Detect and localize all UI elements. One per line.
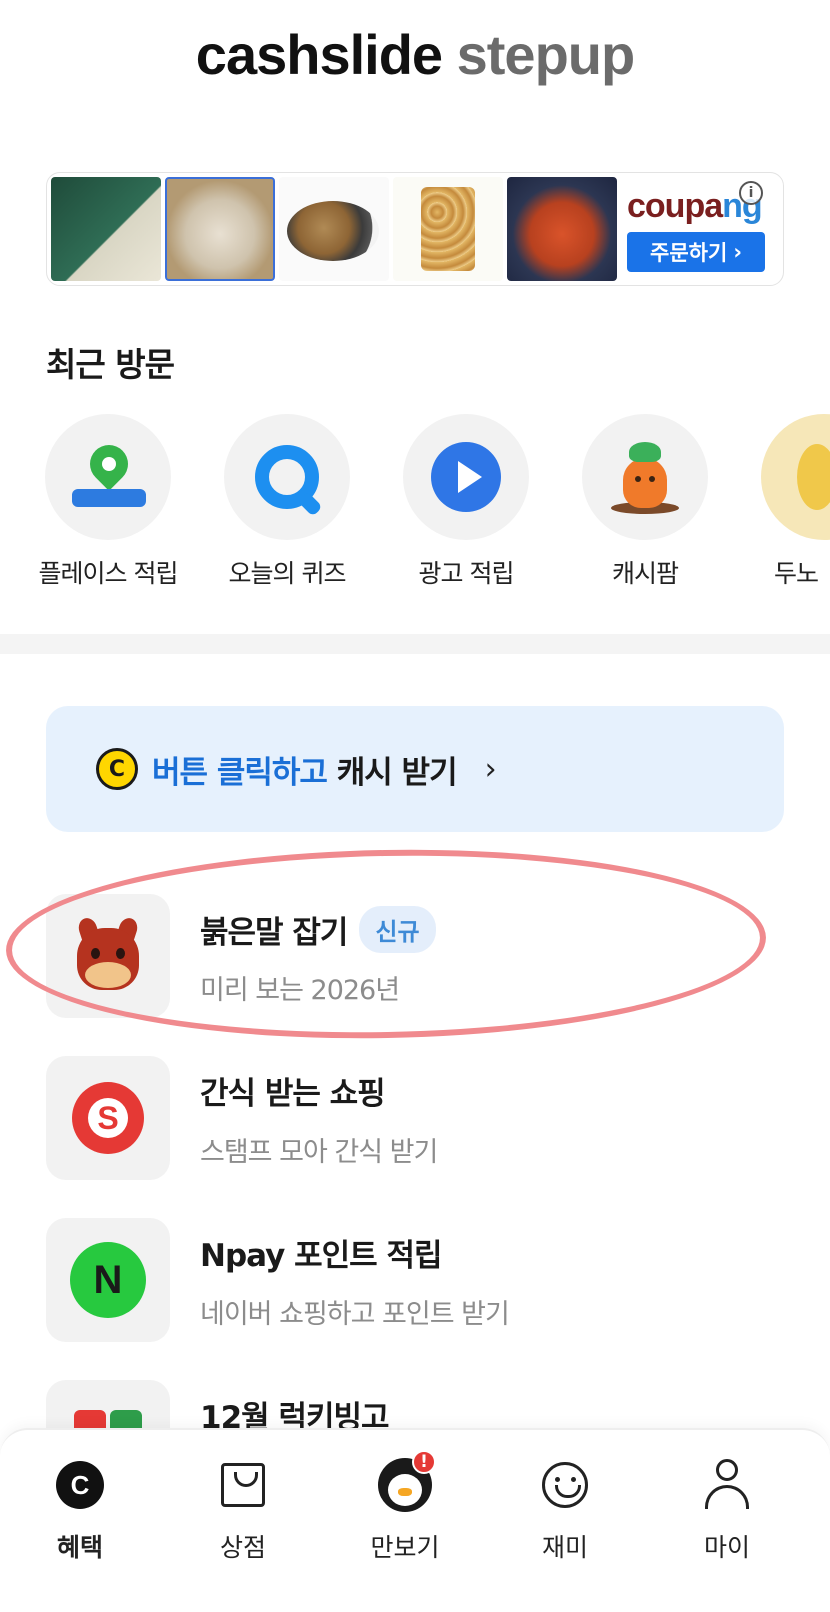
partial-icon xyxy=(761,414,830,540)
s-icon: S xyxy=(72,1082,144,1154)
ad-order-button[interactable]: 주문하기 › xyxy=(627,231,765,272)
ad-product-thumbnail[interactable] xyxy=(279,177,389,281)
feature-title: Npay 포인트 적립 xyxy=(200,1238,442,1274)
logo-primary: cashslide xyxy=(195,23,443,86)
nav-tab-benefits[interactable]: C 혜택 xyxy=(15,1450,145,1564)
cash-banner-text: 버튼 클릭하고 캐시 받기 xyxy=(152,754,458,791)
cash-c-icon: C xyxy=(56,1461,104,1509)
feature-icon-wrap xyxy=(46,894,170,1018)
screen: cashslide stepup coupang 주문하기 › i 최근 방문 … xyxy=(0,0,830,1612)
section-divider xyxy=(0,634,830,654)
recent-item-label: 광고 적립 xyxy=(418,559,515,588)
recent-item-icon-wrap xyxy=(224,414,350,540)
nav-label: 만보기 xyxy=(370,1533,440,1562)
recent-item-cashfarm[interactable]: 캐시팜 xyxy=(555,414,735,590)
nav-label: 상점 xyxy=(219,1533,266,1562)
smiley-icon xyxy=(542,1462,588,1508)
recent-visits-list: 플레이스 적립 오늘의 퀴즈 광고 적립 캐시팜 두노 xyxy=(0,414,830,594)
ad-cta[interactable]: coupang 주문하기 › i xyxy=(621,177,767,281)
carrot-icon xyxy=(611,442,679,514)
horse-icon xyxy=(71,915,145,994)
recent-item-label: 오늘의 퀴즈 xyxy=(228,559,347,588)
play-icon xyxy=(431,442,501,512)
recent-item-label: 캐시팜 xyxy=(611,559,679,588)
feature-red-horse[interactable]: 붉은말 잡기 신규 미리 보는 2026년 xyxy=(46,894,784,1020)
new-badge: 신규 xyxy=(359,906,436,953)
recent-item-place[interactable]: 플레이스 적립 xyxy=(18,414,198,590)
nav-label: 재미 xyxy=(541,1533,588,1562)
ad-product-thumbnail[interactable] xyxy=(393,177,503,281)
feature-snack-shopping[interactable]: S 간식 받는 쇼핑 스탬프 모아 간식 받기 xyxy=(46,1056,784,1182)
person-icon xyxy=(703,1459,751,1511)
feature-icon-wrap: N xyxy=(46,1218,170,1342)
shopping-bag-icon xyxy=(221,1463,265,1507)
nav-tab-store[interactable]: 상점 xyxy=(178,1450,308,1564)
feature-subtitle: 네이버 쇼핑하고 포인트 받기 xyxy=(200,1299,510,1330)
ad-banner[interactable]: coupang 주문하기 › i xyxy=(46,172,784,286)
nav-tab-pedometer[interactable]: ! 만보기 xyxy=(340,1450,470,1564)
feature-npay-points[interactable]: N Npay 포인트 적립 네이버 쇼핑하고 포인트 받기 xyxy=(46,1218,784,1344)
nav-tab-fun[interactable]: 재미 xyxy=(500,1450,630,1564)
feature-subtitle: 스탬프 모아 간식 받기 xyxy=(200,1137,438,1168)
recent-item-icon-wrap xyxy=(582,414,708,540)
feature-icon-wrap: S xyxy=(46,1056,170,1180)
recent-item-label: 플레이스 적립 xyxy=(38,559,179,588)
feature-title: 붉은말 잡기 신규 xyxy=(200,906,436,953)
recent-item-partial[interactable]: 두노 xyxy=(734,414,830,590)
ad-product-thumbnail[interactable] xyxy=(51,177,161,281)
nav-tab-my[interactable]: 마이 xyxy=(662,1450,792,1564)
ad-order-label: 주문하기 xyxy=(650,240,728,265)
recent-item-label: 두노 xyxy=(774,559,819,588)
bottom-navigation: C 혜택 상점 ! 만보기 재미 마이 xyxy=(0,1428,830,1612)
recent-item-icon-wrap xyxy=(403,414,529,540)
ad-product-thumbnail[interactable] xyxy=(165,177,275,281)
logo-secondary: stepup xyxy=(456,23,636,86)
cash-button-banner[interactable]: C 버튼 클릭하고 캐시 받기 › xyxy=(46,706,784,832)
recent-item-ad-reward[interactable]: 광고 적립 xyxy=(376,414,556,590)
map-pin-icon xyxy=(72,437,146,507)
chevron-right-icon: › xyxy=(733,239,742,264)
alert-badge: ! xyxy=(412,1450,436,1474)
chevron-right-icon: › xyxy=(484,751,497,787)
feature-subtitle: 미리 보는 2026년 xyxy=(200,975,400,1006)
feature-title: 간식 받는 쇼핑 xyxy=(200,1076,386,1112)
quiz-icon xyxy=(255,445,319,509)
ad-product-thumbnail[interactable] xyxy=(507,177,617,281)
cash-coin-icon: C xyxy=(96,748,138,790)
recent-visits-title: 최근 방문 xyxy=(46,345,175,384)
nav-label: 혜택 xyxy=(56,1533,103,1562)
info-icon[interactable]: i xyxy=(739,181,763,205)
nav-label: 마이 xyxy=(703,1533,750,1562)
recent-item-quiz[interactable]: 오늘의 퀴즈 xyxy=(197,414,377,590)
app-logo: cashslide stepup xyxy=(0,22,830,87)
recent-item-icon-wrap xyxy=(45,414,171,540)
npay-icon: N xyxy=(70,1242,146,1318)
